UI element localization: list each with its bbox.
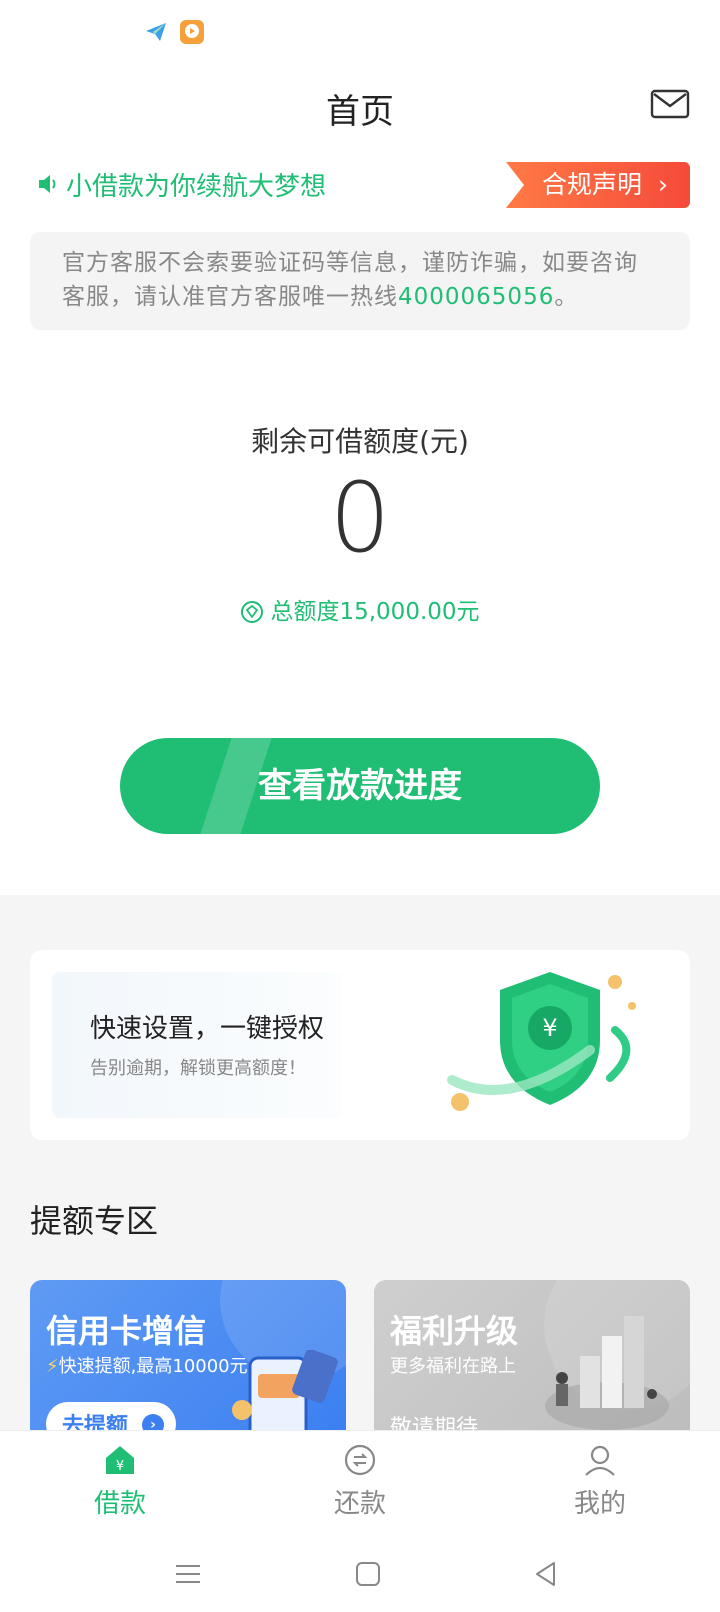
- svg-text:¥: ¥: [116, 1459, 124, 1474]
- shield-yuan-icon: ¥: [447, 972, 636, 1111]
- anti-fraud-notice: 官方客服不会索要验证码等信息，谨防诈骗，如要咨询客服，请认准官方客服唯一热线40…: [30, 232, 690, 330]
- credit-card-boost-card[interactable]: 信用卡增信 ⚡快速提额,最高10000元 去提额 ›: [30, 1280, 346, 1440]
- svg-text:¥: ¥: [542, 1014, 557, 1042]
- menu-icon[interactable]: [172, 1558, 204, 1590]
- system-navigation-bar: [0, 1536, 720, 1612]
- remaining-quota-value: 0: [329, 462, 391, 574]
- auth-card-subtitle: 告别逾期，解锁更高额度！: [90, 1058, 306, 1079]
- chevron-right-icon: ›: [657, 170, 668, 199]
- quick-authorization-card[interactable]: 快速设置，一键授权 告别逾期，解锁更高额度！ ¥: [30, 950, 690, 1140]
- remaining-quota-label: 剩余可借额度(元): [251, 425, 469, 458]
- tab-loan[interactable]: ¥ 借款: [60, 1443, 180, 1520]
- diamond-shield-icon: [241, 601, 264, 623]
- tab-repay[interactable]: 还款: [300, 1443, 420, 1520]
- notice-row: 小借款为你续航大梦想 合规声明 ›: [0, 160, 720, 210]
- compliance-statement-button[interactable]: 合规声明 ›: [506, 162, 690, 208]
- welfare-upgrade-card[interactable]: 福利升级 更多福利在路上 敬请期待: [374, 1280, 690, 1440]
- page-title: 首页: [326, 92, 394, 132]
- welfare-title: 福利升级: [390, 1312, 519, 1350]
- view-loan-progress-button[interactable]: 查看放款进度: [120, 738, 600, 834]
- hotline-number[interactable]: 4000065056: [398, 284, 554, 310]
- credit-card-subtitle-text: 快速提额,最高10000元: [58, 1356, 248, 1377]
- tab-mine[interactable]: 我的: [540, 1443, 660, 1520]
- credit-card-title: 信用卡增信: [46, 1312, 207, 1350]
- view-loan-progress-label: 查看放款进度: [258, 766, 462, 806]
- section-title: 提额专区: [30, 1202, 159, 1240]
- total-quota: 总额度15,000.00元: [0, 592, 720, 626]
- home-square-icon[interactable]: [352, 1558, 384, 1590]
- auth-card-panel: [52, 972, 342, 1118]
- tab-repay-label: 还款: [333, 1489, 386, 1519]
- status-bar: [0, 0, 720, 60]
- mail-icon[interactable]: [650, 88, 690, 120]
- tab-loan-label: 借款: [93, 1489, 146, 1519]
- phone-card-icon: [232, 1350, 338, 1440]
- back-triangle-icon[interactable]: [530, 1558, 562, 1590]
- growth-bars-icon: [545, 1316, 669, 1430]
- send-app-icon: [144, 20, 168, 44]
- exchange-circle-icon: [344, 1444, 376, 1476]
- user-icon: [585, 1445, 615, 1476]
- video-app-icon: [180, 20, 204, 44]
- bottom-tab-bar: ¥ 借款 还款 我的: [0, 1430, 720, 1536]
- home-yuan-icon: ¥: [106, 1446, 134, 1474]
- welfare-subtitle: 更多福利在路上: [390, 1356, 516, 1377]
- lightning-icon: ⚡: [46, 1356, 59, 1377]
- speaker-icon: [39, 175, 56, 193]
- header: 首页: [0, 72, 720, 142]
- slogan-text: 小借款为你续航大梦想: [66, 172, 327, 202]
- compliance-label: 合规声明: [542, 170, 643, 199]
- warning-suffix: 。: [554, 284, 579, 310]
- auth-card-title: 快速设置，一键授权: [90, 1014, 325, 1044]
- credit-card-subtitle: ⚡快速提额,最高10000元: [46, 1352, 248, 1378]
- total-quota-text: 总额度15,000.00元: [270, 599, 480, 625]
- tab-mine-label: 我的: [573, 1489, 626, 1519]
